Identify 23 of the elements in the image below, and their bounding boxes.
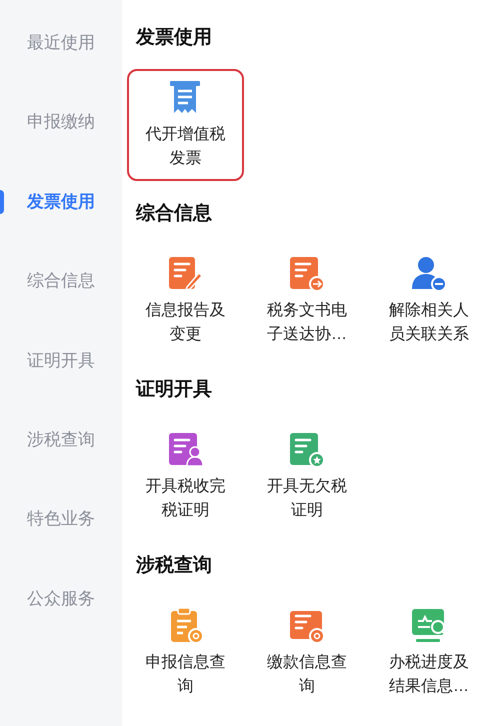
- tile-label: 信息报告及变更: [146, 300, 226, 345]
- service-tile[interactable]: 信息报告及变更: [127, 245, 244, 357]
- section-title: 综合信息: [134, 202, 213, 226]
- section-title: 涉税查询: [134, 554, 213, 578]
- tile-label: 解除相关人员关联关系: [389, 300, 469, 345]
- tile-label: 开具无欠税证明: [267, 476, 347, 521]
- tile-label: 申报信息查询: [146, 652, 226, 697]
- tile-label: 开具税收完税证明: [146, 476, 226, 521]
- service-tile[interactable]: 开具税收完税证明: [127, 421, 244, 533]
- service-tile[interactable]: 办税进度及结果信息…: [370, 597, 487, 709]
- tile-label: 税务文书电子送达协…: [267, 300, 347, 345]
- service-tile[interactable]: 税务文书电子送达协…: [246, 245, 368, 357]
- service-tile[interactable]: 缴款信息查询: [246, 597, 368, 709]
- section-title: 发票使用: [134, 26, 213, 50]
- service-tile[interactable]: 开具无欠税证明: [246, 421, 368, 533]
- sidebar-item[interactable]: 发票使用: [27, 188, 95, 214]
- tile-label: 办税进度及结果信息…: [389, 652, 469, 697]
- service-tile[interactable]: 解除相关人员关联关系: [370, 245, 487, 357]
- tile-label: 缴款信息查询: [267, 652, 347, 697]
- tile-label: 代开增值税发票: [146, 124, 226, 169]
- service-tile[interactable]: 代开增值税发票: [127, 69, 244, 181]
- section-title: 证明开具: [134, 378, 213, 402]
- service-tile[interactable]: 申报信息查询: [127, 597, 244, 709]
